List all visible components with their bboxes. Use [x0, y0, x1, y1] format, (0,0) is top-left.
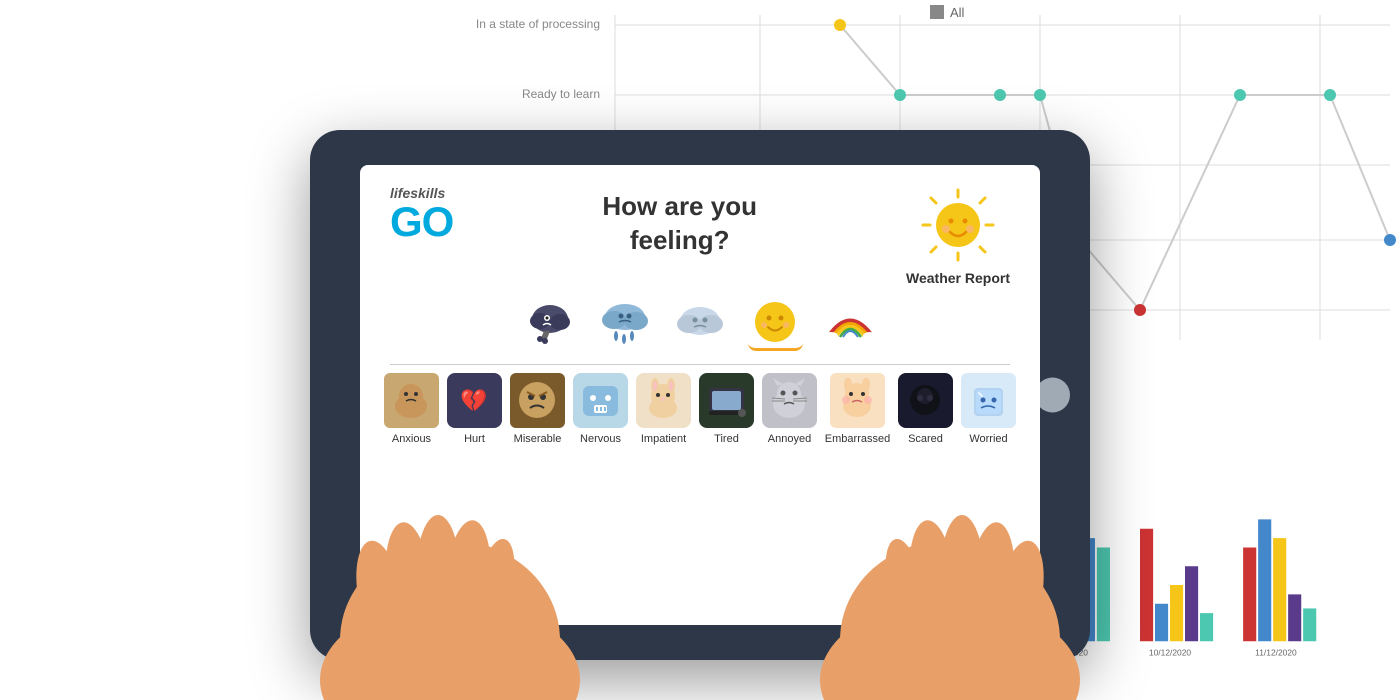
sun-icon — [918, 185, 998, 265]
svg-text:In a state of processing: In a state of processing — [476, 17, 600, 31]
emotion-sunny[interactable] — [748, 296, 803, 351]
hurt-icon: 💔 — [452, 378, 497, 423]
svg-text:Ready to learn: Ready to learn — [522, 87, 600, 101]
emotion-rainbow[interactable] — [823, 296, 878, 351]
anxious-icon — [389, 378, 434, 423]
section-divider — [390, 364, 1010, 365]
svg-text:💔: 💔 — [460, 388, 488, 413]
annoyed-icon — [767, 378, 812, 423]
emotion-icons-top — [390, 296, 1010, 351]
hands — [250, 420, 1150, 700]
stormy-icon — [525, 301, 575, 346]
tablet-camera — [1035, 378, 1070, 413]
miserable-icon — [515, 378, 560, 423]
rainy-icon — [598, 299, 653, 349]
logo-go-text: GO — [390, 201, 453, 243]
emotion-cloudy[interactable] — [673, 296, 728, 351]
question-text: How are you feeling? — [602, 190, 757, 258]
embarrassed-icon — [835, 378, 880, 423]
tired-icon — [704, 378, 749, 423]
weather-report-widget[interactable]: Weather Report — [906, 185, 1010, 286]
weather-label: Weather Report — [906, 270, 1010, 286]
svg-text:11/12/2020: 11/12/2020 — [1255, 647, 1297, 657]
scared-icon — [903, 378, 948, 423]
nervous-icon — [578, 378, 623, 423]
logo-area: lifeskills GO — [390, 185, 453, 243]
rainbow-icon — [823, 299, 878, 349]
sunny-emoji-icon — [750, 297, 800, 347]
worried-icon — [966, 378, 1011, 423]
emotion-stormy[interactable] — [523, 296, 578, 351]
svg-text:10/12/2020: 10/12/2020 — [1149, 647, 1191, 657]
app-header: lifeskills GO How are you feeling? — [390, 185, 1010, 286]
question-area: How are you feeling? — [602, 190, 757, 258]
impatient-icon — [641, 378, 686, 423]
svg-text:All: All — [950, 5, 965, 20]
emotion-rainy[interactable] — [598, 296, 653, 351]
cloudy-icon — [673, 301, 728, 346]
